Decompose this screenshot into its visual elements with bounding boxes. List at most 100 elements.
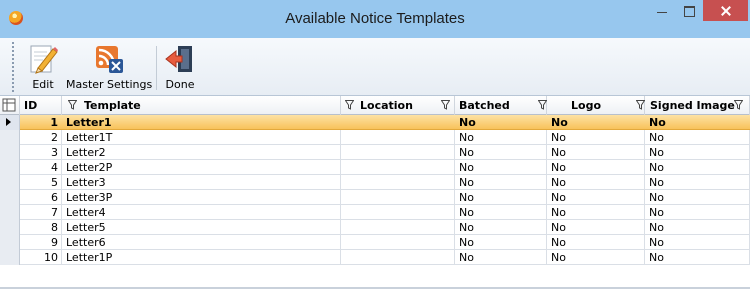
cell-signed-image[interactable]: No xyxy=(645,190,750,205)
table-row[interactable]: 3 Letter2 No No No xyxy=(0,145,750,160)
cell-logo[interactable]: No xyxy=(547,115,645,130)
row-indicator[interactable] xyxy=(0,205,20,220)
cell-batched[interactable]: No xyxy=(455,160,547,175)
cell-id[interactable]: 1 xyxy=(20,115,62,130)
cell-batched[interactable]: No xyxy=(455,145,547,160)
cell-location[interactable] xyxy=(341,175,455,190)
column-header-location[interactable]: Location xyxy=(341,96,455,115)
maximize-button[interactable] xyxy=(676,0,703,22)
cell-id[interactable]: 10 xyxy=(20,250,62,265)
cell-batched[interactable]: No xyxy=(455,205,547,220)
cell-location[interactable] xyxy=(341,115,455,130)
row-indicator[interactable] xyxy=(0,130,20,145)
cell-signed-image[interactable]: No xyxy=(645,115,750,130)
cell-signed-image[interactable]: No xyxy=(645,235,750,250)
minimize-button[interactable] xyxy=(648,0,676,22)
cell-logo[interactable]: No xyxy=(547,220,645,235)
cell-location[interactable] xyxy=(341,250,455,265)
cell-id[interactable]: 5 xyxy=(20,175,62,190)
cell-id[interactable]: 7 xyxy=(20,205,62,220)
row-indicator[interactable] xyxy=(0,145,20,160)
cell-batched[interactable]: No xyxy=(455,115,547,130)
cell-id[interactable]: 6 xyxy=(20,190,62,205)
cell-location[interactable] xyxy=(341,220,455,235)
cell-signed-image[interactable]: No xyxy=(645,160,750,175)
cell-signed-image[interactable]: No xyxy=(645,205,750,220)
cell-batched[interactable]: No xyxy=(455,250,547,265)
table-row[interactable]: 2 Letter1T No No No xyxy=(0,130,750,145)
cell-logo[interactable]: No xyxy=(547,130,645,145)
column-header-logo[interactable]: Logo xyxy=(547,96,645,115)
filter-funnel-icon[interactable] xyxy=(345,100,354,110)
filter-funnel-icon[interactable] xyxy=(68,100,77,110)
cell-template[interactable]: Letter1 xyxy=(62,115,341,130)
cell-signed-image[interactable]: No xyxy=(645,130,750,145)
row-indicator[interactable] xyxy=(0,220,20,235)
column-header-batched[interactable]: Batched xyxy=(455,96,547,115)
cell-template[interactable]: Letter4 xyxy=(62,205,341,220)
row-indicator[interactable] xyxy=(0,160,20,175)
title-bar[interactable]: Available Notice Templates xyxy=(0,0,750,38)
edit-button[interactable]: Edit xyxy=(20,40,66,94)
table-row[interactable]: 1 Letter1 No No No xyxy=(0,115,750,130)
filter-funnel-icon[interactable] xyxy=(734,100,743,110)
cell-signed-image[interactable]: No xyxy=(645,175,750,190)
cell-batched[interactable]: No xyxy=(455,235,547,250)
cell-batched[interactable]: No xyxy=(455,220,547,235)
cell-logo[interactable]: No xyxy=(547,235,645,250)
cell-signed-image[interactable]: No xyxy=(645,250,750,265)
row-indicator[interactable] xyxy=(0,175,20,190)
close-button[interactable] xyxy=(703,0,748,21)
cell-location[interactable] xyxy=(341,235,455,250)
filter-funnel-icon[interactable] xyxy=(441,100,450,110)
cell-id[interactable]: 3 xyxy=(20,145,62,160)
cell-batched[interactable]: No xyxy=(455,175,547,190)
cell-location[interactable] xyxy=(341,145,455,160)
cell-template[interactable]: Letter2P xyxy=(62,160,341,175)
cell-id[interactable]: 8 xyxy=(20,220,62,235)
cell-template[interactable]: Letter2 xyxy=(62,145,341,160)
row-indicator[interactable] xyxy=(0,115,20,130)
table-row[interactable]: 6 Letter3P No No No xyxy=(0,190,750,205)
column-chooser-icon[interactable] xyxy=(0,96,20,115)
table-row[interactable]: 10 Letter1P No No No xyxy=(0,250,750,265)
cell-id[interactable]: 2 xyxy=(20,130,62,145)
cell-template[interactable]: Letter1P xyxy=(62,250,341,265)
cell-template[interactable]: Letter1T xyxy=(62,130,341,145)
cell-template[interactable]: Letter3P xyxy=(62,190,341,205)
table-row[interactable]: 4 Letter2P No No No xyxy=(0,160,750,175)
cell-location[interactable] xyxy=(341,160,455,175)
cell-logo[interactable]: No xyxy=(547,175,645,190)
column-header-template[interactable]: Template xyxy=(62,96,341,115)
table-row[interactable]: 7 Letter4 No No No xyxy=(0,205,750,220)
cell-id[interactable]: 4 xyxy=(20,160,62,175)
filter-funnel-icon[interactable] xyxy=(636,100,645,110)
cell-batched[interactable]: No xyxy=(455,130,547,145)
cell-id[interactable]: 9 xyxy=(20,235,62,250)
cell-location[interactable] xyxy=(341,190,455,205)
cell-template[interactable]: Letter6 xyxy=(62,235,341,250)
table-row[interactable]: 9 Letter6 No No No xyxy=(0,235,750,250)
done-button[interactable]: Done xyxy=(160,40,200,94)
row-indicator[interactable] xyxy=(0,190,20,205)
cell-signed-image[interactable]: No xyxy=(645,145,750,160)
column-header-id[interactable]: ID xyxy=(20,96,62,115)
cell-location[interactable] xyxy=(341,205,455,220)
cell-logo[interactable]: No xyxy=(547,205,645,220)
cell-logo[interactable]: No xyxy=(547,145,645,160)
table-row[interactable]: 5 Letter3 No No No xyxy=(0,175,750,190)
cell-location[interactable] xyxy=(341,130,455,145)
row-indicator[interactable] xyxy=(0,235,20,250)
row-indicator[interactable] xyxy=(0,250,20,265)
toolbar-grip[interactable] xyxy=(12,42,14,92)
filter-funnel-icon[interactable] xyxy=(538,100,547,110)
cell-batched[interactable]: No xyxy=(455,190,547,205)
cell-signed-image[interactable]: No xyxy=(645,220,750,235)
cell-template[interactable]: Letter3 xyxy=(62,175,341,190)
cell-template[interactable]: Letter5 xyxy=(62,220,341,235)
cell-logo[interactable]: No xyxy=(547,160,645,175)
cell-logo[interactable]: No xyxy=(547,190,645,205)
table-row[interactable]: 8 Letter5 No No No xyxy=(0,220,750,235)
master-settings-button[interactable]: Master Settings xyxy=(66,40,152,94)
cell-logo[interactable]: No xyxy=(547,250,645,265)
